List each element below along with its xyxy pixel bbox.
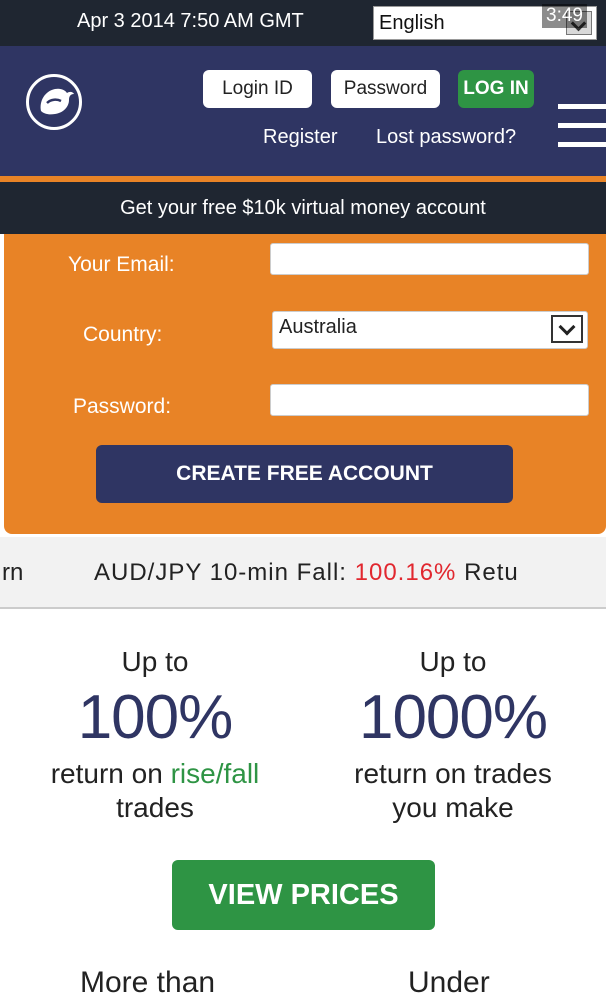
stat-prefix: Up to (419, 646, 487, 677)
password-label: Password: (73, 395, 172, 418)
stat-value: 100% (77, 683, 234, 752)
promo-banner: Get your free $10k virtual money account (0, 182, 606, 234)
hamburger-menu-icon[interactable] (558, 104, 606, 148)
price-ticker: rn AUD/JPY 10-min Fall: 100.16% Retu (0, 537, 606, 609)
top-bar: Apr 3 2014 7:50 AM GMT English 3:49 (0, 0, 606, 46)
stat-block-trades: Up to 1000% return on trades you make (313, 646, 593, 825)
rise-fall-link[interactable]: rise/fall (171, 758, 260, 789)
stat-description: return on trades you make (354, 758, 552, 823)
lost-password-link[interactable]: Lost password? (376, 126, 516, 149)
password-field[interactable] (270, 384, 589, 416)
device-clock: 3:49 (542, 4, 587, 28)
ticker-instrument: AUD/JPY 10-min Fall: (94, 559, 347, 586)
brand-logo[interactable] (26, 74, 82, 130)
stat-description: return on rise/fall trades (50, 758, 260, 823)
stat-prefix: Up to (121, 646, 189, 677)
bull-logo-icon (40, 88, 74, 115)
ticker-next-item: Retu (464, 559, 519, 586)
login-button[interactable]: LOG IN (458, 70, 534, 108)
email-label: Your Email: (68, 253, 175, 276)
language-select-value: English (379, 12, 445, 34)
stat-block-rise-fall: Up to 100% return on rise/fall trades (15, 646, 295, 825)
ticker-prev-item: rn (2, 559, 24, 586)
server-datetime: Apr 3 2014 7:50 AM GMT (77, 10, 304, 32)
password-input[interactable]: Password (331, 70, 440, 108)
header (0, 46, 606, 176)
stat-value: 1000% (358, 683, 548, 752)
create-account-button[interactable]: CREATE FREE ACCOUNT (96, 445, 513, 503)
email-field[interactable] (270, 243, 589, 275)
chevron-down-icon[interactable] (551, 315, 583, 343)
country-select[interactable]: Australia (272, 311, 588, 349)
register-link[interactable]: Register (263, 126, 337, 149)
stat-more-than: More than (80, 966, 216, 999)
ticker-item: AUD/JPY 10-min Fall: 100.16% Retu (94, 559, 519, 587)
view-prices-button[interactable]: VIEW PRICES (172, 860, 435, 930)
login-id-input[interactable]: Login ID (203, 70, 312, 108)
ticker-percent: 100.16% (354, 559, 457, 586)
country-label: Country: (83, 323, 163, 346)
stat-under: Under (408, 966, 490, 999)
country-select-value: Australia (279, 316, 357, 338)
